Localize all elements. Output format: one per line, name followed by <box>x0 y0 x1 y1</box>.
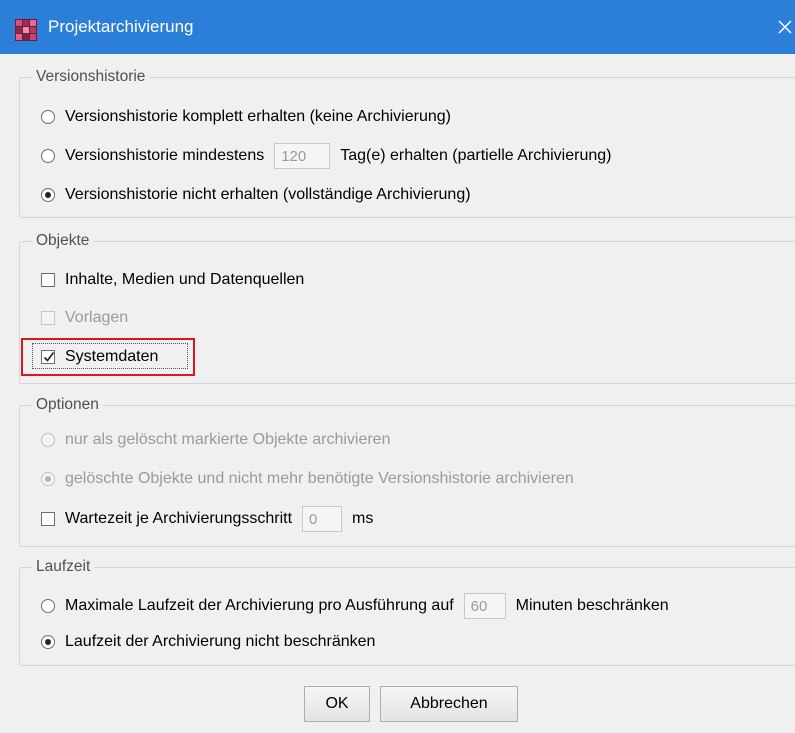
minutes-input[interactable]: 60 <box>463 593 506 619</box>
group-options: Optionen nur als gelöscht markierte Obje… <box>19 395 795 547</box>
focus-indicator <box>32 343 188 369</box>
radio-indicator[interactable] <box>41 599 55 613</box>
title-bar: Projektarchivierung <box>0 0 795 54</box>
checkbox-label: Wartezeit je Archivierungsschritt <box>65 510 293 527</box>
checkbox-templates: Vorlagen <box>41 306 128 330</box>
radio-indicator[interactable] <box>41 110 55 124</box>
radio-indicator <box>41 433 55 447</box>
group-label: Versionshistorie <box>32 67 150 87</box>
close-button[interactable] <box>770 12 795 42</box>
checkbox-contents-media-datasources[interactable]: Inhalte, Medien und Datenquellen <box>41 268 304 292</box>
wait-time-input[interactable]: 0 <box>302 506 343 532</box>
radio-label-after: Tag(e) erhalten (partielle Archivierung) <box>340 147 612 164</box>
checkbox-wait-time[interactable]: Wartezeit je Archivierungsschritt 0 ms <box>41 506 374 532</box>
close-icon <box>778 20 792 34</box>
dialog-window: Projektarchivierung Versionshistorie Ver… <box>0 0 795 733</box>
group-label: Objekte <box>32 231 94 251</box>
radio-label: Laufzeit der Archivierung nicht beschrän… <box>65 633 376 650</box>
ok-button[interactable]: OK <box>304 686 370 722</box>
radio-label: gelöschte Objekte und nicht mehr benötig… <box>65 470 574 487</box>
radio-keep-none[interactable]: Versionshistorie nicht erhalten (vollstä… <box>41 183 471 207</box>
checkbox-label: Vorlagen <box>65 309 129 326</box>
radio-label-before: Versionshistorie mindestens <box>65 147 265 164</box>
cancel-button[interactable]: Abbrechen <box>380 686 518 722</box>
checkbox-label: Inhalte, Medien und Datenquellen <box>65 271 305 288</box>
group-runtime: Laufzeit Maximale Laufzeit der Archivier… <box>19 557 795 666</box>
radio-label: Versionshistorie nicht erhalten (vollstä… <box>65 186 471 203</box>
checkbox-indicator[interactable] <box>41 512 55 526</box>
radio-keep-complete[interactable]: Versionshistorie komplett erhalten (kein… <box>41 105 451 129</box>
app-icon <box>15 19 37 41</box>
group-version-history: Versionshistorie Versionshistorie komple… <box>19 67 795 218</box>
radio-deleted-and-history: gelöschte Objekte und nicht mehr benötig… <box>41 467 574 491</box>
radio-label-after: Minuten beschränken <box>515 597 669 614</box>
radio-label-before: Maximale Laufzeit der Archivierung pro A… <box>65 597 454 614</box>
radio-label: Versionshistorie komplett erhalten (kein… <box>65 108 451 125</box>
radio-no-runtime-limit[interactable]: Laufzeit der Archivierung nicht beschrän… <box>41 630 375 654</box>
wait-time-unit: ms <box>352 510 374 527</box>
radio-indicator-checked <box>41 472 55 486</box>
radio-indicator-checked[interactable] <box>41 635 55 649</box>
radio-only-deleted-marked: nur als gelöscht markierte Objekte archi… <box>41 428 390 452</box>
group-label: Laufzeit <box>32 557 95 577</box>
radio-keep-minimum[interactable]: Versionshistorie mindestens 120 Tag(e) e… <box>41 143 612 169</box>
window-title: Projektarchivierung <box>48 17 194 36</box>
checkbox-indicator[interactable] <box>41 273 55 287</box>
checkbox-indicator <box>41 311 55 325</box>
days-input[interactable]: 120 <box>274 143 331 169</box>
radio-limit-runtime[interactable]: Maximale Laufzeit der Archivierung pro A… <box>41 593 669 619</box>
radio-label: nur als gelöscht markierte Objekte archi… <box>65 431 391 448</box>
radio-indicator[interactable] <box>41 149 55 163</box>
group-label: Optionen <box>32 395 103 415</box>
radio-indicator-checked[interactable] <box>41 188 55 202</box>
